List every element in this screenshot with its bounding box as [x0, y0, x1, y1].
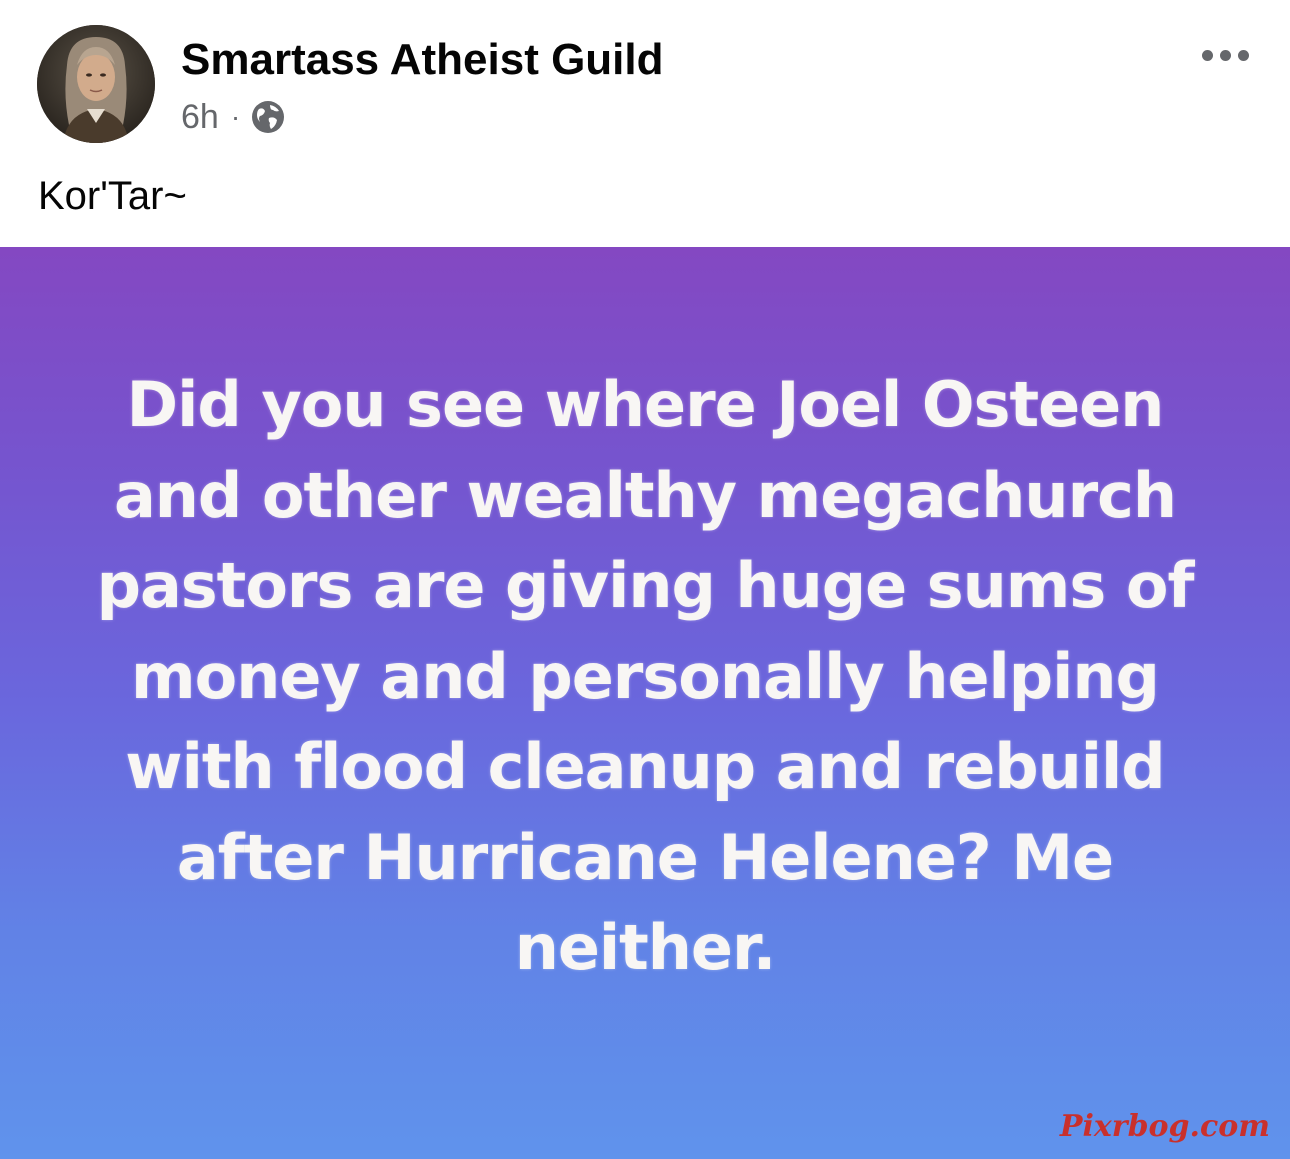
author-name[interactable]: Smartass Atheist Guild	[181, 36, 664, 84]
post-header: Smartass Atheist Guild 6h ·	[0, 0, 1290, 150]
globe-icon[interactable]	[250, 99, 286, 135]
watermark: Pixrbog.com	[1059, 1109, 1270, 1144]
image-quote-text: Did you see where Joel Osteen and other …	[96, 368, 1195, 984]
facebook-post: Smartass Atheist Guild 6h · Kor'Tar~ Did…	[0, 0, 1290, 1159]
more-options-button[interactable]	[1195, 40, 1255, 70]
more-options-icon	[1201, 49, 1213, 61]
meta-separator: ·	[230, 101, 241, 132]
post-meta: 6h ·	[181, 97, 286, 137]
post-image[interactable]: Did you see where Joel Osteen and other …	[0, 247, 1290, 1159]
post-timestamp[interactable]: 6h	[181, 98, 219, 137]
post-caption: Kor'Tar~	[38, 174, 187, 218]
author-avatar[interactable]	[37, 25, 155, 143]
avatar-portrait-icon	[37, 25, 155, 143]
